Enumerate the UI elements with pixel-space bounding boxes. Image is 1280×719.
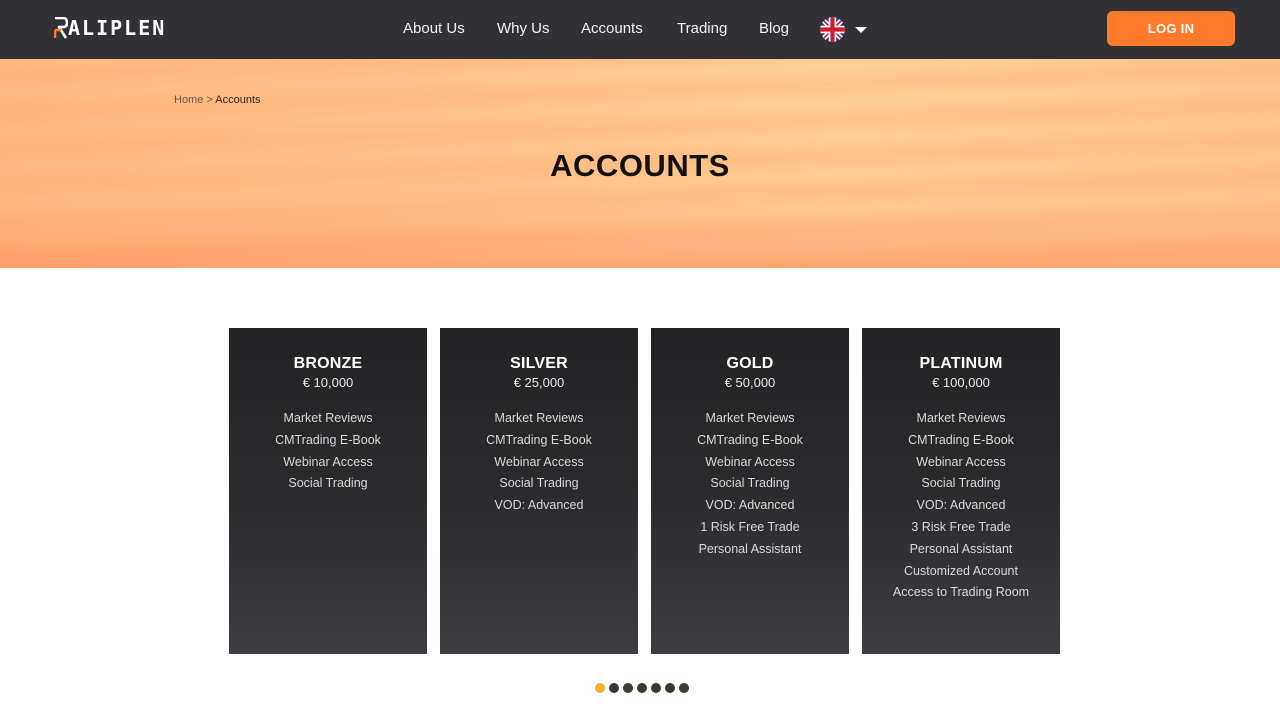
feature-item: 3 Risk Free Trade xyxy=(911,519,1011,534)
carousel-dot-5[interactable] xyxy=(651,683,661,693)
feature-item: Market Reviews xyxy=(494,411,584,425)
feature-item: Social Trading xyxy=(288,476,368,491)
feature-item: Customized Account xyxy=(904,563,1018,578)
carousel-dot-6[interactable] xyxy=(665,683,675,693)
carousel-dot-2[interactable] xyxy=(609,683,619,693)
breadcrumb-current: Accounts xyxy=(215,94,261,106)
carousel-dot-1[interactable] xyxy=(595,683,605,693)
feature-list: Market Reviews CMTrading E-Book Webinar … xyxy=(651,408,849,561)
feature-item: VOD: Advanced xyxy=(916,498,1006,513)
feature-item: CMTrading E-Book xyxy=(486,432,592,447)
site-header: ALIPLEN About Us Why Us Accounts Trading… xyxy=(0,0,1280,59)
feature-item: Market Reviews xyxy=(283,411,373,425)
logo-text: ALIPLEN xyxy=(68,16,167,40)
feature-item: Webinar Access xyxy=(494,454,584,469)
nav-why-us[interactable]: Why Us xyxy=(497,19,550,39)
nav-blog[interactable]: Blog xyxy=(759,19,789,39)
breadcrumb-separator: > xyxy=(206,94,216,106)
account-cards: BRONZE € 10,000 Market Reviews CMTrading… xyxy=(229,328,1061,654)
account-card-platinum[interactable]: PLATINUM € 100,000 Market Reviews CMTrad… xyxy=(862,328,1060,654)
account-name: SILVER xyxy=(510,355,568,372)
account-name: BRONZE xyxy=(293,355,363,372)
breadcrumb: Home > Accounts xyxy=(174,94,261,106)
breadcrumb-home[interactable]: Home xyxy=(174,94,203,106)
feature-item: 1 Risk Free Trade xyxy=(700,519,800,534)
account-price: € 50,000 xyxy=(724,375,776,390)
feature-item: CMTrading E-Book xyxy=(697,432,803,447)
logo[interactable]: ALIPLEN xyxy=(54,15,166,41)
carousel-dot-7[interactable] xyxy=(679,683,689,693)
feature-item: VOD: Advanced xyxy=(705,498,795,513)
feature-item: Social Trading xyxy=(921,476,1001,491)
login-button[interactable]: LOG IN xyxy=(1107,11,1235,46)
feature-item: Market Reviews xyxy=(705,411,795,425)
feature-item: CMTrading E-Book xyxy=(275,432,381,447)
feature-list: Market Reviews CMTrading E-Book Webinar … xyxy=(862,408,1060,604)
carousel-dot-4[interactable] xyxy=(637,683,647,693)
feature-item: Access to Trading Room xyxy=(892,585,1030,600)
carousel-pagination xyxy=(595,683,689,694)
carousel-dot-3[interactable] xyxy=(623,683,633,693)
feature-item: Social Trading xyxy=(710,476,790,491)
account-card-gold[interactable]: GOLD € 50,000 Market Reviews CMTrading E… xyxy=(651,328,849,654)
feature-list: Market Reviews CMTrading E-Book Webinar … xyxy=(229,408,427,495)
account-price: € 25,000 xyxy=(513,375,565,390)
feature-item: Personal Assistant xyxy=(909,541,1013,556)
logo-r-icon xyxy=(54,17,68,39)
feature-item: Personal Assistant xyxy=(698,541,802,556)
feature-item: VOD: Advanced xyxy=(494,498,584,513)
feature-item: Webinar Access xyxy=(916,454,1006,469)
account-name: GOLD xyxy=(726,355,774,372)
feature-item: Market Reviews xyxy=(916,411,1006,425)
nav-trading[interactable]: Trading xyxy=(677,19,727,39)
account-card-silver[interactable]: SILVER € 25,000 Market Reviews CMTrading… xyxy=(440,328,638,654)
account-price: € 10,000 xyxy=(302,375,354,390)
account-name: PLATINUM xyxy=(919,355,1003,372)
nav-about-us[interactable]: About Us xyxy=(403,19,465,39)
account-price: € 100,000 xyxy=(932,375,990,390)
feature-item: CMTrading E-Book xyxy=(908,432,1014,447)
hero-banner: Home > Accounts ACCOUNTS xyxy=(0,59,1280,268)
page-title: ACCOUNTS xyxy=(550,148,730,183)
nav-accounts[interactable]: Accounts xyxy=(581,19,643,39)
account-card-bronze[interactable]: BRONZE € 10,000 Market Reviews CMTrading… xyxy=(229,328,427,654)
feature-item: Webinar Access xyxy=(705,454,795,469)
language-selector[interactable] xyxy=(820,16,870,42)
feature-item: Social Trading xyxy=(499,476,579,491)
feature-list: Market Reviews CMTrading E-Book Webinar … xyxy=(440,408,638,517)
uk-flag-icon xyxy=(820,16,845,42)
chevron-down-icon xyxy=(855,27,867,33)
feature-item: Webinar Access xyxy=(283,454,373,469)
